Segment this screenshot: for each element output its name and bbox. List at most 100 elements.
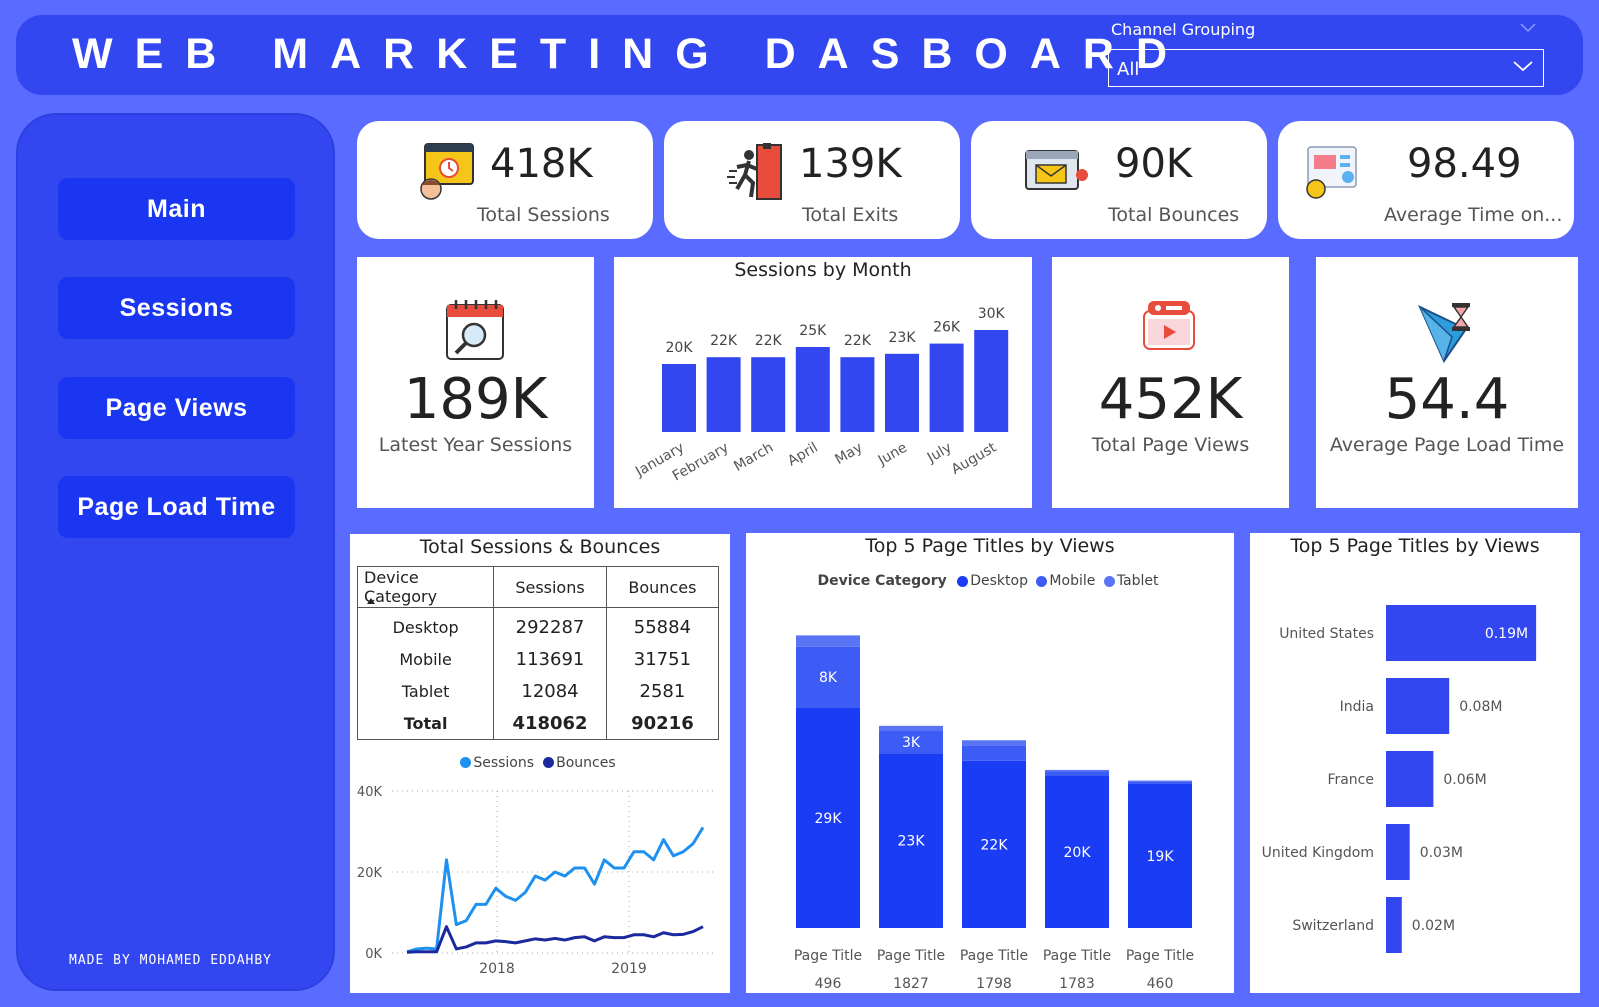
average-page-load-time-value: 54.4 — [1384, 367, 1510, 432]
category-label-line2: 1827 — [893, 976, 929, 992]
month-bar-label: 23K — [889, 330, 917, 346]
country-value-label: 0.02M — [1412, 918, 1455, 934]
month-bar-label: 22K — [710, 333, 738, 349]
total-page-views-value: 452K — [1098, 367, 1243, 432]
kpi-total-exits-label: Total Exits — [802, 204, 899, 226]
month-bar[interactable] — [885, 353, 919, 432]
top-page-titles-panel: Top 5 Page Titles by Views Device Catego… — [746, 533, 1234, 993]
total-page-views-card: 452K Total Page Views — [1052, 257, 1289, 508]
credit-text: MADE BY MOHAMED EDDAHBY — [69, 953, 273, 968]
kpi-total-sessions-card: 418K Total Sessions — [357, 121, 653, 239]
stack-segment-label: 19K — [1147, 849, 1175, 865]
kpi-total-exits-card: 139K Total Exits — [664, 121, 960, 239]
nav-sessions-button[interactable]: Sessions — [58, 277, 295, 339]
category-label-line1: Page Title — [877, 948, 945, 964]
category-label-line1: Page Title — [1043, 948, 1111, 964]
calendar-search-icon — [446, 300, 504, 360]
channel-grouping-value: All — [1117, 59, 1140, 80]
month-bar-label: 22K — [755, 333, 783, 349]
series-line-bounces[interactable] — [406, 925, 704, 954]
clear-filter-icon[interactable] — [1520, 22, 1536, 34]
nav-main-button[interactable]: Main — [58, 178, 295, 240]
sessions-by-month-panel: Sessions by Month 20K January 22K February 2… — [614, 257, 1032, 508]
stack-segment-tablet[interactable] — [796, 635, 860, 647]
country-label: India — [1340, 699, 1374, 715]
category-label-line1: Page Title — [960, 948, 1028, 964]
exit-door-icon — [727, 143, 782, 200]
stack-segment-tablet[interactable] — [879, 725, 943, 731]
country-label: France — [1327, 772, 1374, 788]
month-bar[interactable] — [929, 343, 964, 432]
month-tick-label: March — [731, 440, 776, 475]
month-bar[interactable] — [840, 357, 875, 432]
x-tick-label: 2018 — [479, 961, 515, 977]
country-value-label: 0.08M — [1459, 699, 1502, 715]
country-value-label: 0.06M — [1443, 772, 1486, 788]
month-tick-label: May — [832, 440, 865, 468]
kpi-total-sessions-label: Total Sessions — [477, 204, 610, 226]
kpi-total-bounces-label: Total Bounces — [1108, 204, 1240, 226]
kpi-average-time-card: 98.49 Average Time on... — [1278, 121, 1574, 239]
month-bar-label: 22K — [844, 333, 872, 349]
month-bar[interactable] — [751, 357, 786, 432]
country-bar[interactable] — [1386, 824, 1410, 880]
x-tick-label: 2019 — [611, 961, 647, 977]
kpi-total-exits-value: 139K — [799, 141, 902, 187]
kpi-average-time-label: Average Time on... — [1384, 204, 1563, 226]
sidebar — [16, 113, 335, 991]
sessions-bounces-panel: Total Sessions & Bounces Device Category… — [350, 534, 730, 993]
category-label-line1: Page Title — [1126, 948, 1194, 964]
month-bar[interactable] — [662, 364, 696, 432]
month-tick-label: June — [875, 440, 910, 470]
country-label: Switzerland — [1292, 918, 1374, 934]
kpi-total-bounces-card: 90K Total Bounces — [971, 121, 1267, 239]
stack-segment-mobile[interactable] — [962, 745, 1026, 761]
nav-page-views-button[interactable]: Page Views — [58, 377, 295, 439]
video-views-icon — [1143, 301, 1195, 350]
stack-segment-label: 23K — [898, 834, 926, 850]
stack-segment-mobile[interactable] — [1045, 771, 1109, 776]
latest-year-sessions-label: Latest Year Sessions — [378, 434, 573, 456]
month-bar-label: 25K — [799, 323, 827, 339]
country-value-label: 0.19M — [1485, 626, 1528, 642]
session-browser-icon — [420, 143, 474, 200]
country-value-label: 0.03M — [1420, 845, 1463, 861]
kpi-average-time-value: 98.49 — [1407, 141, 1522, 187]
stack-segment-tablet[interactable] — [1045, 769, 1109, 772]
category-label-line2: 1783 — [1059, 976, 1095, 992]
country-bar[interactable] — [1386, 751, 1434, 807]
stack-segment-tablet[interactable] — [962, 740, 1026, 746]
category-label-line1: Page Title — [794, 948, 862, 964]
stack-segment-label: 22K — [981, 837, 1009, 853]
country-bar[interactable] — [1386, 678, 1450, 734]
month-bar[interactable] — [974, 330, 1009, 432]
top-countries-panel: Top 5 Page Titles by Views United States… — [1250, 533, 1580, 993]
stack-segment-label: 8K — [819, 670, 838, 686]
bounce-mail-icon — [1025, 150, 1088, 190]
stack-segment-label: 29K — [815, 811, 843, 827]
category-label-line2: 496 — [815, 976, 842, 992]
month-tick-label: August — [949, 439, 1000, 478]
country-label: United States — [1279, 626, 1374, 642]
nav-page-load-time-button[interactable]: Page Load Time — [58, 476, 295, 538]
stack-segment-label: 3K — [902, 735, 921, 751]
stack-segment-tablet[interactable] — [1128, 780, 1192, 782]
country-bar[interactable] — [1386, 897, 1402, 953]
total-page-views-label: Total Page Views — [1091, 434, 1250, 456]
sessions-bounces-line-chart: 0K 20K 40K 2018 2019 — [357, 785, 715, 977]
y-tick-label: 0K — [365, 947, 382, 962]
category-label-line2: 1798 — [976, 976, 1012, 992]
latest-year-sessions-card: 189K Latest Year Sessions — [357, 257, 594, 508]
month-bar[interactable] — [795, 347, 830, 432]
paper-plane-timer-icon — [1417, 303, 1470, 363]
series-line-sessions[interactable] — [406, 826, 705, 954]
month-bar[interactable] — [706, 357, 741, 432]
channel-grouping-label: Channel Grouping — [1111, 20, 1256, 39]
month-tick-label: April — [785, 440, 821, 470]
timer-webpage-icon — [1306, 146, 1357, 199]
stack-segment-mobile[interactable] — [1128, 781, 1192, 784]
average-page-load-time-label: Average Page Load Time — [1329, 434, 1565, 456]
channel-grouping-dropdown[interactable]: All — [1108, 49, 1544, 87]
chevron-down-icon — [1513, 61, 1533, 72]
latest-year-sessions-value: 189K — [403, 367, 548, 432]
